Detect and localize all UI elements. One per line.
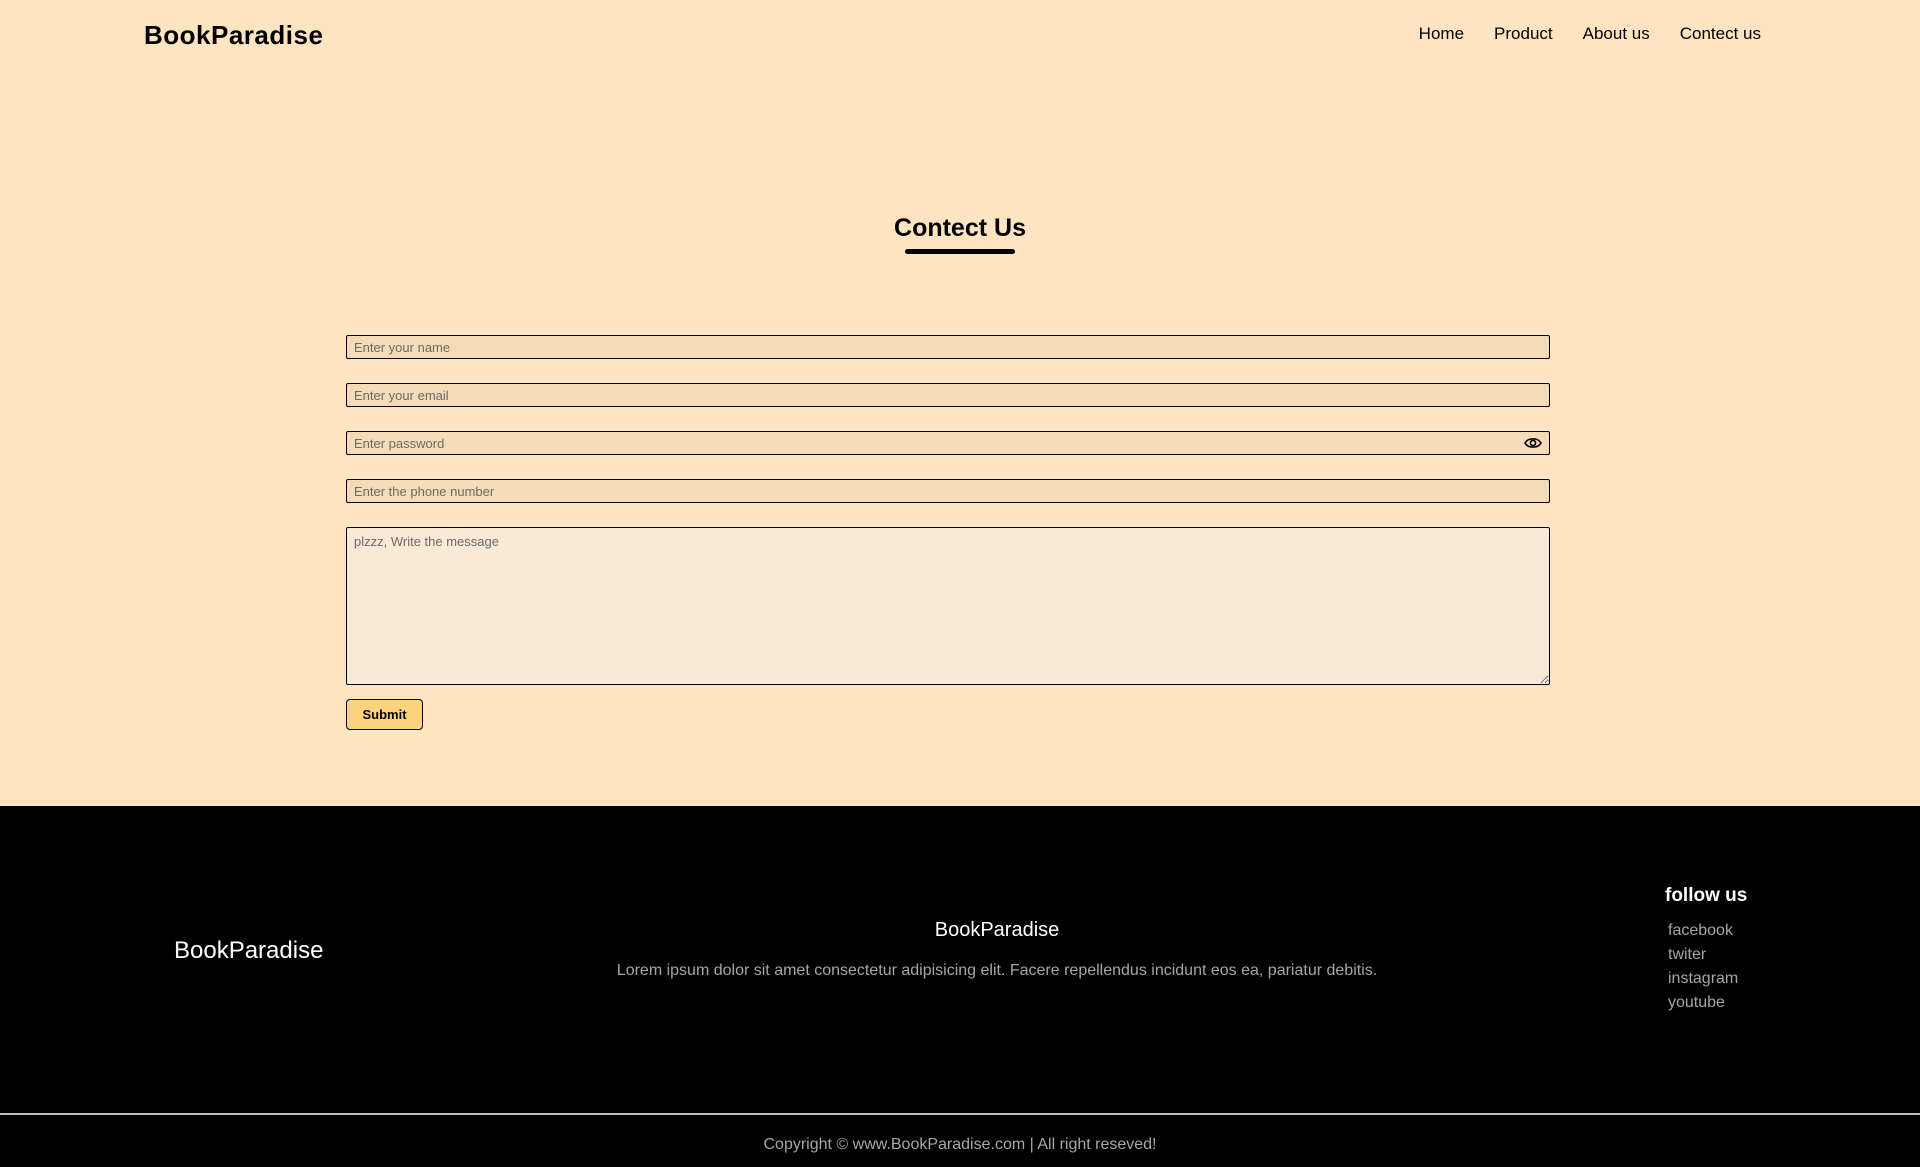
social-links: facebook twiter instagram youtube [1668,919,1738,1015]
nav-product[interactable]: Product [1494,24,1553,44]
social-instagram[interactable]: instagram [1668,967,1738,991]
nav-contact[interactable]: Contect us [1680,24,1761,44]
social-facebook[interactable]: facebook [1668,919,1738,943]
email-input[interactable] [346,383,1550,407]
password-input[interactable] [346,431,1550,455]
follow-us-title: follow us [1665,885,1748,906]
footer-description: Lorem ipsum dolor sit amet consectetur a… [616,962,1378,979]
title-underline [905,249,1015,254]
nav-home[interactable]: Home [1419,24,1464,44]
submit-button[interactable]: Submit [346,699,423,730]
social-twitter[interactable]: twiter [1668,943,1738,967]
eye-icon[interactable] [1524,436,1542,450]
contact-title: Contect Us [894,214,1026,242]
footer-center-title: BookParadise [934,919,1060,941]
main-nav: Home Product About us Contect us [1419,24,1761,44]
nav-about[interactable]: About us [1583,24,1650,44]
copyright-text: Copyright © www.BookParadise.com | All r… [763,1136,1157,1153]
site-header: BookParadise Home Product About us Conte… [0,0,1920,72]
phone-input[interactable] [346,479,1550,503]
name-input[interactable] [346,335,1550,359]
site-logo[interactable]: BookParadise [144,20,323,51]
social-youtube[interactable]: youtube [1668,991,1738,1015]
message-textarea[interactable] [346,527,1550,685]
footer-divider [0,1113,1920,1115]
site-footer: BookParadise BookParadise Lorem ipsum do… [0,806,1920,1167]
